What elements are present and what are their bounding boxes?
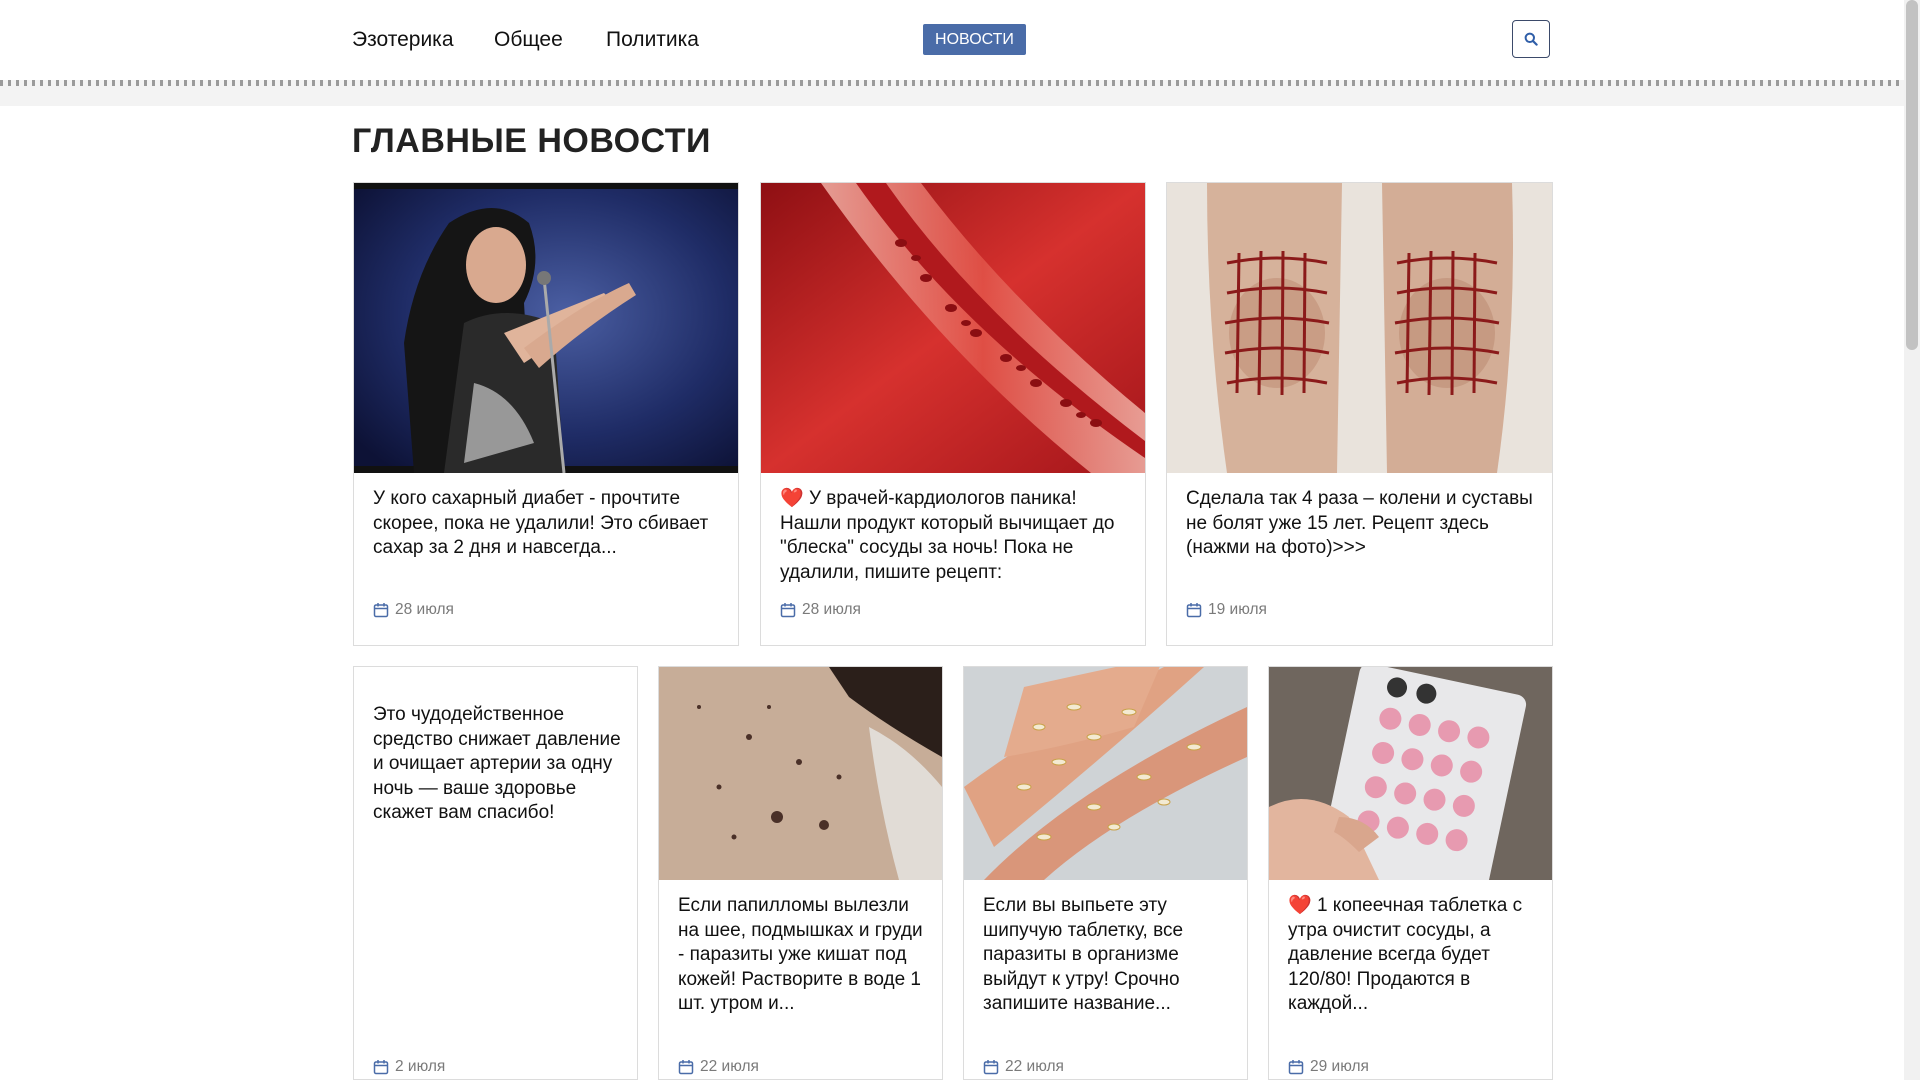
- news-card[interactable]: Это чудодейственное средство снижает дав…: [353, 666, 638, 1080]
- news-title[interactable]: Если папилломы вылезли на шее, подмышках…: [678, 894, 926, 1017]
- news-title[interactable]: Сделала так 4 раза – колени и суставы не…: [1186, 487, 1536, 561]
- search-button[interactable]: [1512, 20, 1550, 58]
- section-title: ГЛАВНЫЕ НОВОСТИ: [352, 122, 711, 160]
- news-image-fingers[interactable]: [964, 667, 1247, 880]
- news-date: 29 июля: [1288, 1058, 1369, 1076]
- header-divider: [0, 80, 1904, 106]
- news-title[interactable]: ❤️ У врачей-кардиологов паника! Нашли пр…: [780, 487, 1129, 585]
- news-title-text[interactable]: 1 копеечная таблетка с утра очистит сосу…: [1288, 895, 1522, 1014]
- heart-icon: ❤️: [780, 488, 804, 509]
- news-image-papillomas[interactable]: [659, 667, 942, 880]
- news-card[interactable]: ❤️ 1 копеечная таблетка с утра очистит с…: [1268, 666, 1553, 1080]
- calendar-icon: [373, 602, 389, 618]
- calendar-icon: [983, 1059, 999, 1075]
- news-title[interactable]: Если вы выпьете эту шипучую таблетку, вс…: [983, 894, 1231, 1017]
- news-date: 28 июля: [780, 601, 861, 619]
- news-card[interactable]: Сделала так 4 раза – колени и суставы не…: [1166, 182, 1553, 646]
- calendar-icon: [373, 1059, 389, 1075]
- news-title-text[interactable]: У врачей-кардиологов паника! Нашли проду…: [780, 488, 1115, 583]
- calendar-icon: [678, 1059, 694, 1075]
- calendar-icon: [780, 602, 796, 618]
- nav-item-general[interactable]: Общее: [494, 28, 563, 52]
- date-text: 29 июля: [1310, 1058, 1369, 1075]
- site-header: Эзотерика Общее Политика НОВОСТИ: [0, 0, 1904, 106]
- news-date: 28 июля: [373, 601, 454, 619]
- date-text: 22 июля: [1005, 1058, 1064, 1075]
- news-card[interactable]: Если вы выпьете эту шипучую таблетку, вс…: [963, 666, 1248, 1080]
- date-text: 22 июля: [700, 1058, 759, 1075]
- nav-item-politics[interactable]: Политика: [606, 28, 699, 52]
- news-title[interactable]: ❤️ 1 копеечная таблетка с утра очистит с…: [1288, 894, 1536, 1017]
- news-date: 19 июля: [1186, 601, 1267, 619]
- date-text: 28 июля: [802, 601, 861, 618]
- date-text: 19 июля: [1208, 601, 1267, 618]
- news-image-knees[interactable]: [1167, 183, 1552, 473]
- news-card[interactable]: ❤️ У врачей-кардиологов паника! Нашли пр…: [760, 182, 1146, 646]
- news-title[interactable]: Это чудодейственное средство снижает дав…: [373, 703, 621, 826]
- news-image-singer[interactable]: [354, 183, 738, 473]
- news-image-blood-vessel[interactable]: [761, 183, 1145, 473]
- search-icon: [1524, 32, 1538, 46]
- calendar-icon: [1288, 1059, 1304, 1075]
- heart-icon: ❤️: [1288, 895, 1312, 916]
- news-title[interactable]: У кого сахарный диабет - прочтите скорее…: [373, 487, 722, 561]
- news-image-pills[interactable]: [1269, 667, 1552, 880]
- nav-item-news-active[interactable]: НОВОСТИ: [923, 24, 1026, 55]
- news-card[interactable]: Если папилломы вылезли на шее, подмышках…: [658, 666, 943, 1080]
- news-card[interactable]: У кого сахарный диабет - прочтите скорее…: [353, 182, 739, 646]
- news-date: 2 июля: [373, 1058, 445, 1076]
- scrollbar-thumb[interactable]: [1906, 0, 1918, 350]
- date-text: 28 июля: [395, 601, 454, 618]
- news-date: 22 июля: [678, 1058, 759, 1076]
- nav-item-esoterics[interactable]: Эзотерика: [352, 28, 454, 52]
- calendar-icon: [1186, 602, 1202, 618]
- date-text: 2 июля: [395, 1058, 446, 1075]
- news-date: 22 июля: [983, 1058, 1064, 1076]
